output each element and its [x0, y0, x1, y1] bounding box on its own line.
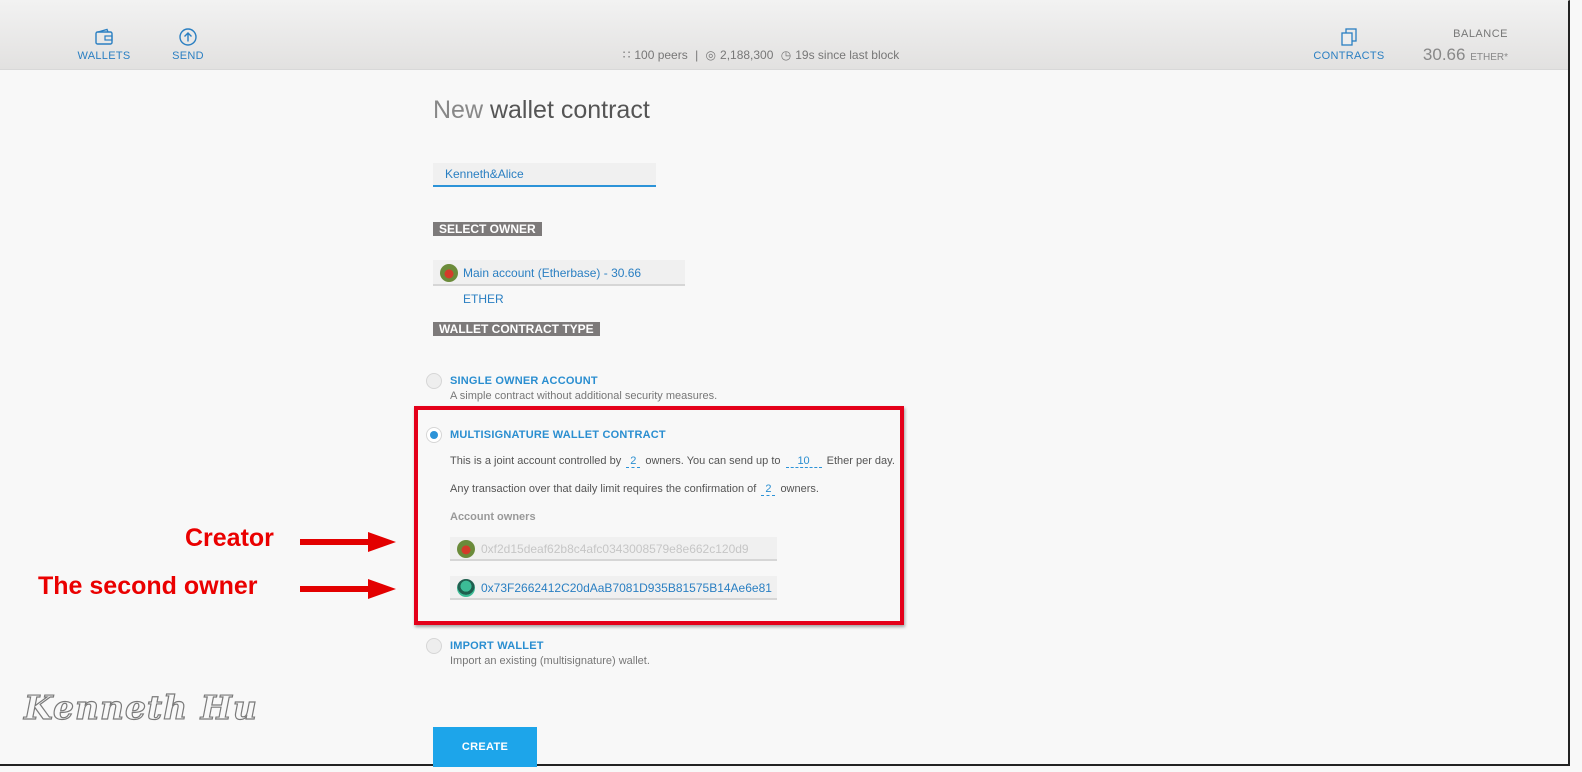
title-bold: wallet contract — [489, 96, 650, 124]
contracts-icon — [1341, 28, 1357, 46]
blocks-icon: ◎ — [705, 48, 717, 62]
wallet-name-input[interactable] — [433, 163, 656, 187]
status-separator: | — [695, 48, 699, 62]
highlight-box — [414, 406, 904, 625]
page-title: New wallet contract — [433, 96, 650, 125]
signal-icon: ∷ — [622, 48, 631, 62]
annotation-second-owner: The second owner — [38, 572, 258, 600]
nav-contracts-label: CONTRACTS — [1313, 50, 1385, 62]
single-owner-title[interactable]: SINGLE OWNER ACCOUNT — [450, 375, 598, 387]
owner-avatar-icon — [440, 264, 458, 282]
radio-single-owner[interactable] — [426, 373, 442, 389]
import-wallet-desc: Import an existing (multisignature) wall… — [450, 655, 650, 667]
signature-watermark: Kenneth Hu — [23, 687, 258, 727]
clock-icon: ◷ — [780, 48, 792, 62]
arrow-right-icon — [300, 579, 396, 599]
arrow-right-icon — [300, 532, 396, 552]
network-status: ∷ 100 peers | ◎ 2,188,300 ◷ 19s since last … — [0, 48, 1522, 62]
title-prefix: New — [433, 96, 484, 124]
top-bar: WALLETS SEND ∷ 100 peers | ◎ 2,188,300 ◷ 19… — [0, 0, 1568, 70]
annotation-creator: Creator — [185, 524, 274, 552]
balance-amount: 30.66 — [1422, 45, 1466, 64]
last-block-time: 19s since last block — [795, 48, 900, 62]
send-icon — [179, 28, 197, 46]
balance-value: 30.66 ETHER* — [1400, 45, 1508, 65]
balance-label: BALANCE — [1453, 28, 1508, 40]
page-frame — [0, 0, 1570, 766]
balance-unit: ETHER* — [1470, 52, 1508, 63]
owner-select[interactable]: Main account (Etherbase) - 30.66 ETHER — [433, 260, 685, 306]
radio-import-wallet[interactable] — [426, 638, 442, 654]
select-owner-heading: SELECT OWNER — [433, 222, 542, 236]
peers-count: 100 peers — [634, 48, 688, 62]
nav-contracts[interactable]: CONTRACTS — [1309, 28, 1389, 62]
import-wallet-title[interactable]: IMPORT WALLET — [450, 640, 544, 652]
wallet-icon — [95, 28, 113, 45]
block-number: 2,188,300 — [720, 48, 774, 62]
wallet-type-heading: WALLET CONTRACT TYPE — [433, 322, 600, 336]
create-button[interactable]: CREATE — [433, 727, 537, 767]
single-owner-desc: A simple contract without additional sec… — [450, 390, 718, 402]
